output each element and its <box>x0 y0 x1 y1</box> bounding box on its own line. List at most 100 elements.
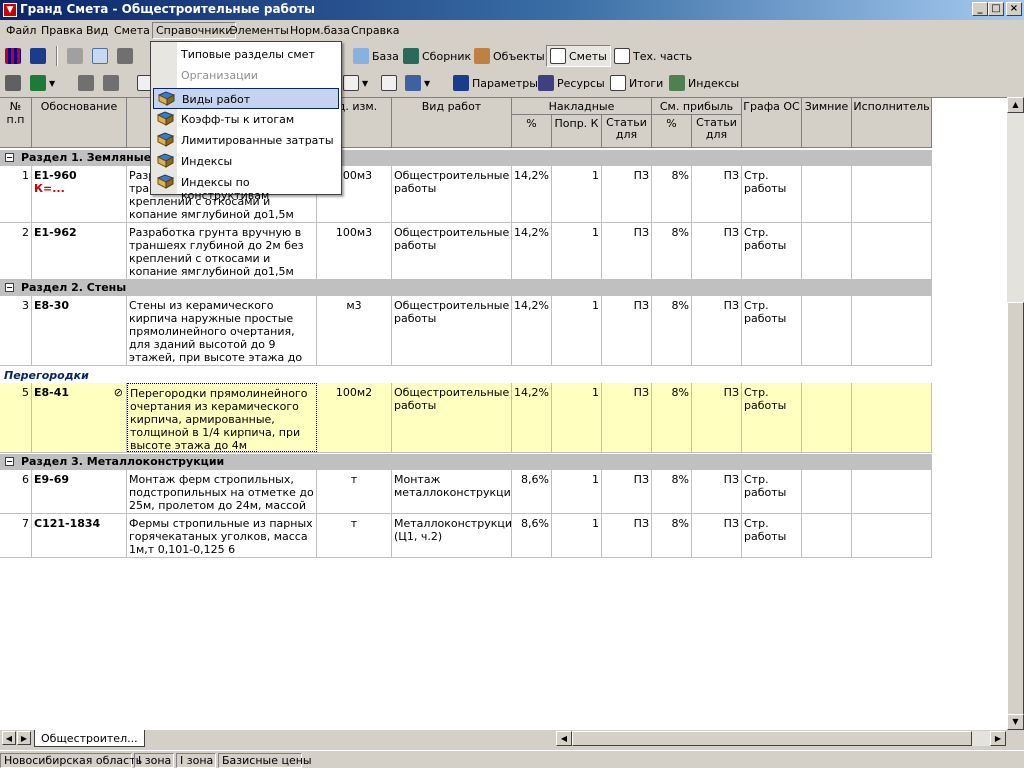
scroll-down-icon[interactable]: ▼ <box>1007 714 1024 730</box>
header-executor[interactable]: Исполнитель <box>852 98 932 148</box>
tool-b-button[interactable] <box>100 72 122 94</box>
dropdown-item-typical-sections[interactable]: Типовые разделы смет <box>153 44 339 65</box>
table-row[interactable]: 2 Е1-962 Разработка грунта вручную в тра… <box>0 223 932 280</box>
row-name: Фермы стропильные из парных горячекатаны… <box>127 514 317 557</box>
columns-icon <box>381 75 397 91</box>
paste-button[interactable] <box>114 45 136 67</box>
coef-text: К=... <box>34 182 65 195</box>
estimate-doc-icon <box>550 48 566 64</box>
tab-prev-icon[interactable]: ◀ <box>2 731 16 745</box>
base-button[interactable]: База <box>350 45 402 67</box>
menu-help[interactable]: Справка <box>348 23 402 38</box>
menu-estimate[interactable]: Смета <box>111 23 153 38</box>
objects-button[interactable]: Объекты <box>471 45 548 67</box>
minimize-button[interactable]: _ <box>972 2 988 16</box>
header-num[interactable]: № п.п <box>0 98 32 148</box>
dropdown-item-limited-costs[interactable]: Лимитированные затраты <box>153 130 339 151</box>
collapse-icon[interactable]: − <box>5 283 14 292</box>
header-basis[interactable]: Обоснование <box>32 98 127 148</box>
row-profit-pct: 8% <box>652 514 692 557</box>
row-winter <box>802 166 852 222</box>
table-row[interactable]: 7 С121-1834 Фермы стропильные из парных … <box>0 514 932 558</box>
excel-icon <box>30 75 46 91</box>
section-row[interactable]: − Раздел 1. Земляные работы <box>0 150 932 166</box>
horizontal-scrollbar[interactable]: ◀ ▶ <box>556 731 1006 746</box>
menu-view[interactable]: Вид <box>83 23 111 38</box>
sheet-tab-general[interactable]: Общестроител... <box>34 730 145 747</box>
print-button[interactable] <box>2 72 24 94</box>
totals-button[interactable]: Итоги <box>607 72 666 94</box>
grid-button[interactable] <box>2 45 24 67</box>
scroll-right-icon[interactable]: ▶ <box>990 731 1006 746</box>
row-overhead-items: ПЗ <box>602 470 652 513</box>
objects-label: Объекты <box>493 49 545 63</box>
table-row[interactable]: 1 Е1-960К=... Разработка грунта вручную … <box>0 166 932 223</box>
section-row[interactable]: − Раздел 2. Стены <box>0 280 932 296</box>
tool-a-button[interactable] <box>75 72 97 94</box>
dropdown-item-work-types[interactable]: Виды работ <box>153 88 339 109</box>
header-overhead-items[interactable]: Статьи для <box>602 115 652 148</box>
section-row[interactable]: − Раздел 3. Металлоконструкции <box>0 454 932 470</box>
header-work-type[interactable]: Вид работ <box>392 98 512 148</box>
menu-elements[interactable]: Элементы <box>227 23 292 38</box>
maximize-button[interactable]: □ <box>988 2 1004 16</box>
header-overhead[interactable]: Накладные <box>512 98 652 115</box>
book-icon <box>157 174 174 189</box>
row-name[interactable]: Перегородки прямолинейного очертания из … <box>127 383 317 452</box>
collapse-icon[interactable]: − <box>5 457 14 466</box>
row-unit: 100м2 <box>317 383 392 452</box>
calc-button[interactable] <box>27 45 49 67</box>
status-zone-1: I зона <box>134 753 174 768</box>
tech-part-button[interactable]: Тех. часть <box>611 45 695 67</box>
indices-button[interactable]: Индексы <box>666 72 742 94</box>
menu-references[interactable]: Справочники <box>152 22 237 39</box>
parameters-button[interactable]: Параметры <box>450 72 541 94</box>
dropdown-item-construct-indices[interactable]: Индексы по конструктивам <box>153 172 339 202</box>
table-row[interactable]: 6 Е9-69 Монтаж ферм стропильных, подстро… <box>0 470 932 514</box>
paperclip-icon[interactable]: ⊘ <box>114 386 123 399</box>
menu-edit[interactable]: Правка <box>38 23 86 38</box>
resources-button[interactable]: Ресурсы <box>535 72 608 94</box>
dropdown-item-indices[interactable]: Индексы <box>153 151 339 172</box>
sort-button[interactable]: ▼ <box>402 72 433 94</box>
collection-button[interactable]: Сборник <box>400 45 474 67</box>
header-profit-pct[interactable]: % <box>652 115 692 148</box>
row-work-type: Общестроительные работы <box>392 296 512 365</box>
close-button[interactable]: × <box>1006 2 1022 16</box>
menu-file[interactable]: Файл <box>3 23 39 38</box>
dropdown-item-total-coefs[interactable]: Коэфф-ты к итогам <box>153 109 339 130</box>
tool-a-icon <box>78 75 94 91</box>
base-icon <box>353 48 369 64</box>
group-label[interactable]: Перегородки <box>4 369 89 382</box>
row-profit-items: ПЗ <box>692 166 742 222</box>
collapse-icon[interactable]: − <box>5 153 14 162</box>
row-overhead-items: ПЗ <box>602 514 652 557</box>
table-row[interactable]: 3 Е8-30 Стены из керамического кирпича н… <box>0 296 932 366</box>
item-label: Индексы по конструктивам <box>181 176 270 202</box>
scroll-thumb[interactable] <box>1007 302 1024 722</box>
header-overhead-pct[interactable]: % <box>512 115 552 148</box>
copy-button[interactable] <box>89 45 111 67</box>
header-profit[interactable]: См. прибыль <box>652 98 742 115</box>
tool-b-icon <box>103 75 119 91</box>
scroll-up-icon[interactable]: ▲ <box>1007 97 1024 113</box>
row-num: 6 <box>0 470 32 513</box>
tab-next-icon[interactable]: ▶ <box>17 731 31 745</box>
row-code: Е8-30 <box>32 296 127 365</box>
hscroll-thumb[interactable] <box>572 731 972 746</box>
menu-norm-base[interactable]: Норм.база <box>287 23 353 38</box>
excel-button[interactable]: ▼ <box>27 72 58 94</box>
columns-button[interactable] <box>378 72 400 94</box>
header-corr-k[interactable]: Попр. К <box>552 115 602 148</box>
header-winter[interactable]: Зимние <box>802 98 852 148</box>
row-corr-k: 1 <box>552 223 602 279</box>
sheet-bar: ◀ ▶ Общестроител... ◀ ▶ <box>0 730 1024 748</box>
cut-button[interactable] <box>64 45 86 67</box>
header-graph-os[interactable]: Графа ОС <box>742 98 802 148</box>
vertical-scrollbar[interactable]: ▲ ▼ <box>1007 97 1024 730</box>
scroll-left-icon[interactable]: ◀ <box>556 731 572 746</box>
header-profit-items[interactable]: Статьи для <box>692 115 742 148</box>
estimates-button[interactable]: Сметы <box>546 45 611 67</box>
table-row-selected[interactable]: 5 Е8-41 ⊘ Перегородки прямолинейного очер… <box>0 383 932 453</box>
tool-d-button[interactable]: ▼ <box>340 72 371 94</box>
